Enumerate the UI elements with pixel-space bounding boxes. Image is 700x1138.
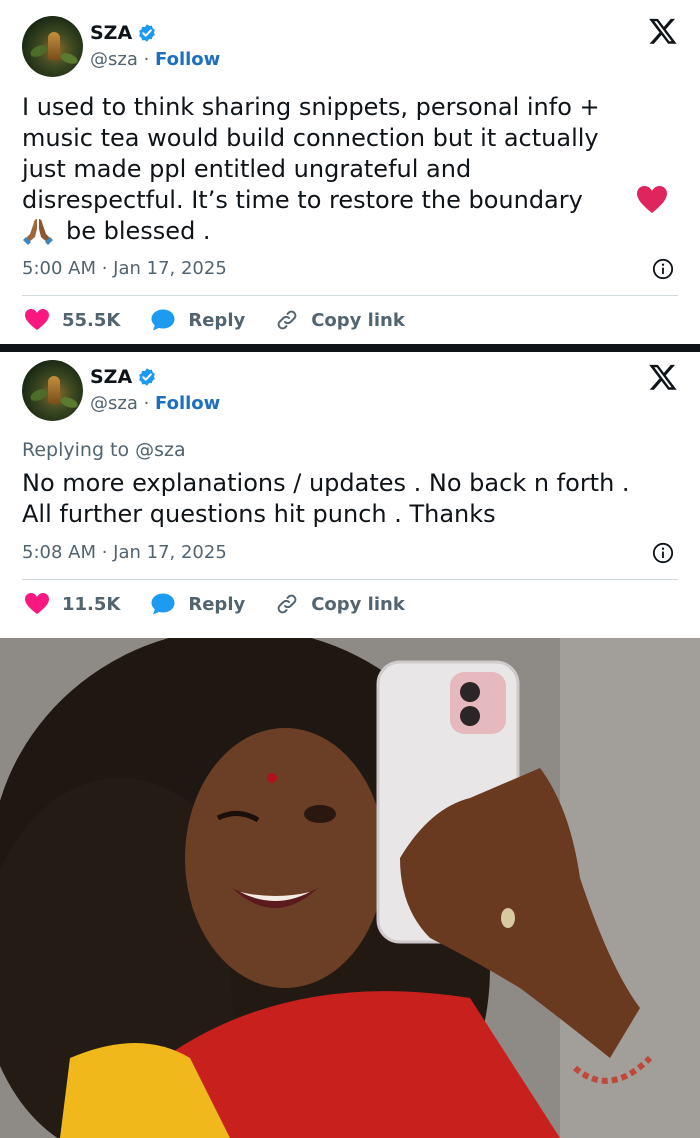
info-icon[interactable] bbox=[652, 258, 674, 280]
handle-row: @sza · Follow bbox=[90, 393, 220, 414]
avatar[interactable] bbox=[22, 360, 83, 421]
heart-icon bbox=[25, 309, 49, 330]
handle-separator: · bbox=[137, 49, 156, 70]
tweet-timestamp[interactable]: 5:08 AM · Jan 17, 2025 bbox=[22, 542, 227, 563]
link-icon bbox=[277, 310, 297, 330]
selfie-photo bbox=[0, 638, 700, 1138]
follow-button[interactable]: Follow bbox=[155, 393, 220, 414]
tweet-card: SZA @sza · Follow Replying to @sza No mo… bbox=[0, 352, 700, 632]
divider bbox=[22, 579, 678, 580]
verified-badge-icon bbox=[139, 24, 156, 42]
reply-bubble-icon bbox=[151, 309, 175, 331]
author-name[interactable]: SZA bbox=[90, 366, 132, 388]
action-bar: 55.5K Reply Copy link bbox=[24, 308, 435, 332]
folded-hands-emoji bbox=[23, 218, 53, 245]
tweet-text-line: All further questions hit punch . Thanks bbox=[22, 500, 496, 528]
avatar[interactable] bbox=[22, 16, 83, 77]
info-icon[interactable] bbox=[652, 542, 674, 564]
divider bbox=[22, 295, 678, 296]
tweet-text: No more explanations / updates . No back… bbox=[22, 468, 682, 530]
reply-button[interactable]: Reply bbox=[150, 592, 245, 616]
tweet-text-line: No more explanations / updates . No back… bbox=[22, 469, 630, 497]
reply-label: Reply bbox=[188, 309, 246, 331]
author-handle[interactable]: @sza bbox=[90, 393, 138, 414]
handle-row: @sza · Follow bbox=[90, 49, 220, 70]
x-logo-icon[interactable] bbox=[648, 362, 678, 392]
like-count: 55.5K bbox=[62, 309, 121, 331]
action-bar: 11.5K Reply Copy link bbox=[24, 592, 435, 616]
handle-separator: · bbox=[137, 393, 156, 414]
follow-button[interactable]: Follow bbox=[155, 49, 220, 70]
author-name[interactable]: SZA bbox=[90, 22, 132, 44]
reply-label: Reply bbox=[188, 593, 246, 615]
tweet-card: SZA @sza · Follow I used to think sharin… bbox=[0, 0, 700, 344]
copy-link-button[interactable]: Copy link bbox=[275, 592, 405, 616]
heart-icon bbox=[25, 593, 49, 614]
like-button[interactable]: 55.5K bbox=[24, 308, 120, 332]
screenshot-divider bbox=[0, 344, 700, 352]
replying-to[interactable]: Replying to @sza bbox=[22, 439, 186, 461]
selfie-illustration bbox=[0, 638, 700, 1138]
reply-bubble-icon bbox=[151, 593, 175, 615]
reply-button[interactable]: Reply bbox=[150, 308, 245, 332]
tweet-text-line: I used to think sharing snippets, person… bbox=[22, 93, 600, 121]
like-button[interactable]: 11.5K bbox=[24, 592, 120, 616]
x-logo-icon[interactable] bbox=[648, 16, 678, 46]
tweet-timestamp[interactable]: 5:00 AM · Jan 17, 2025 bbox=[22, 258, 227, 279]
red-heart-emoji bbox=[637, 186, 667, 213]
copy-link-label: Copy link bbox=[311, 593, 405, 615]
tweet-text: I used to think sharing snippets, person… bbox=[22, 92, 682, 247]
tweet-text-line: disrespectful. It’s time to restore the … bbox=[22, 186, 583, 214]
like-count: 11.5K bbox=[62, 593, 121, 615]
tweet-text-line: just made ppl entitled ungrateful and bbox=[22, 155, 472, 183]
copy-link-label: Copy link bbox=[311, 309, 405, 331]
tweet-text-line: music tea would build connection but it … bbox=[22, 124, 599, 152]
link-icon bbox=[277, 594, 297, 614]
author-handle[interactable]: @sza bbox=[90, 49, 138, 70]
verified-badge-icon bbox=[139, 368, 156, 386]
author-name-row: SZA bbox=[90, 22, 157, 44]
author-name-row: SZA bbox=[90, 366, 157, 388]
copy-link-button[interactable]: Copy link bbox=[275, 308, 405, 332]
tweet-text-line: be blessed . bbox=[66, 217, 211, 245]
